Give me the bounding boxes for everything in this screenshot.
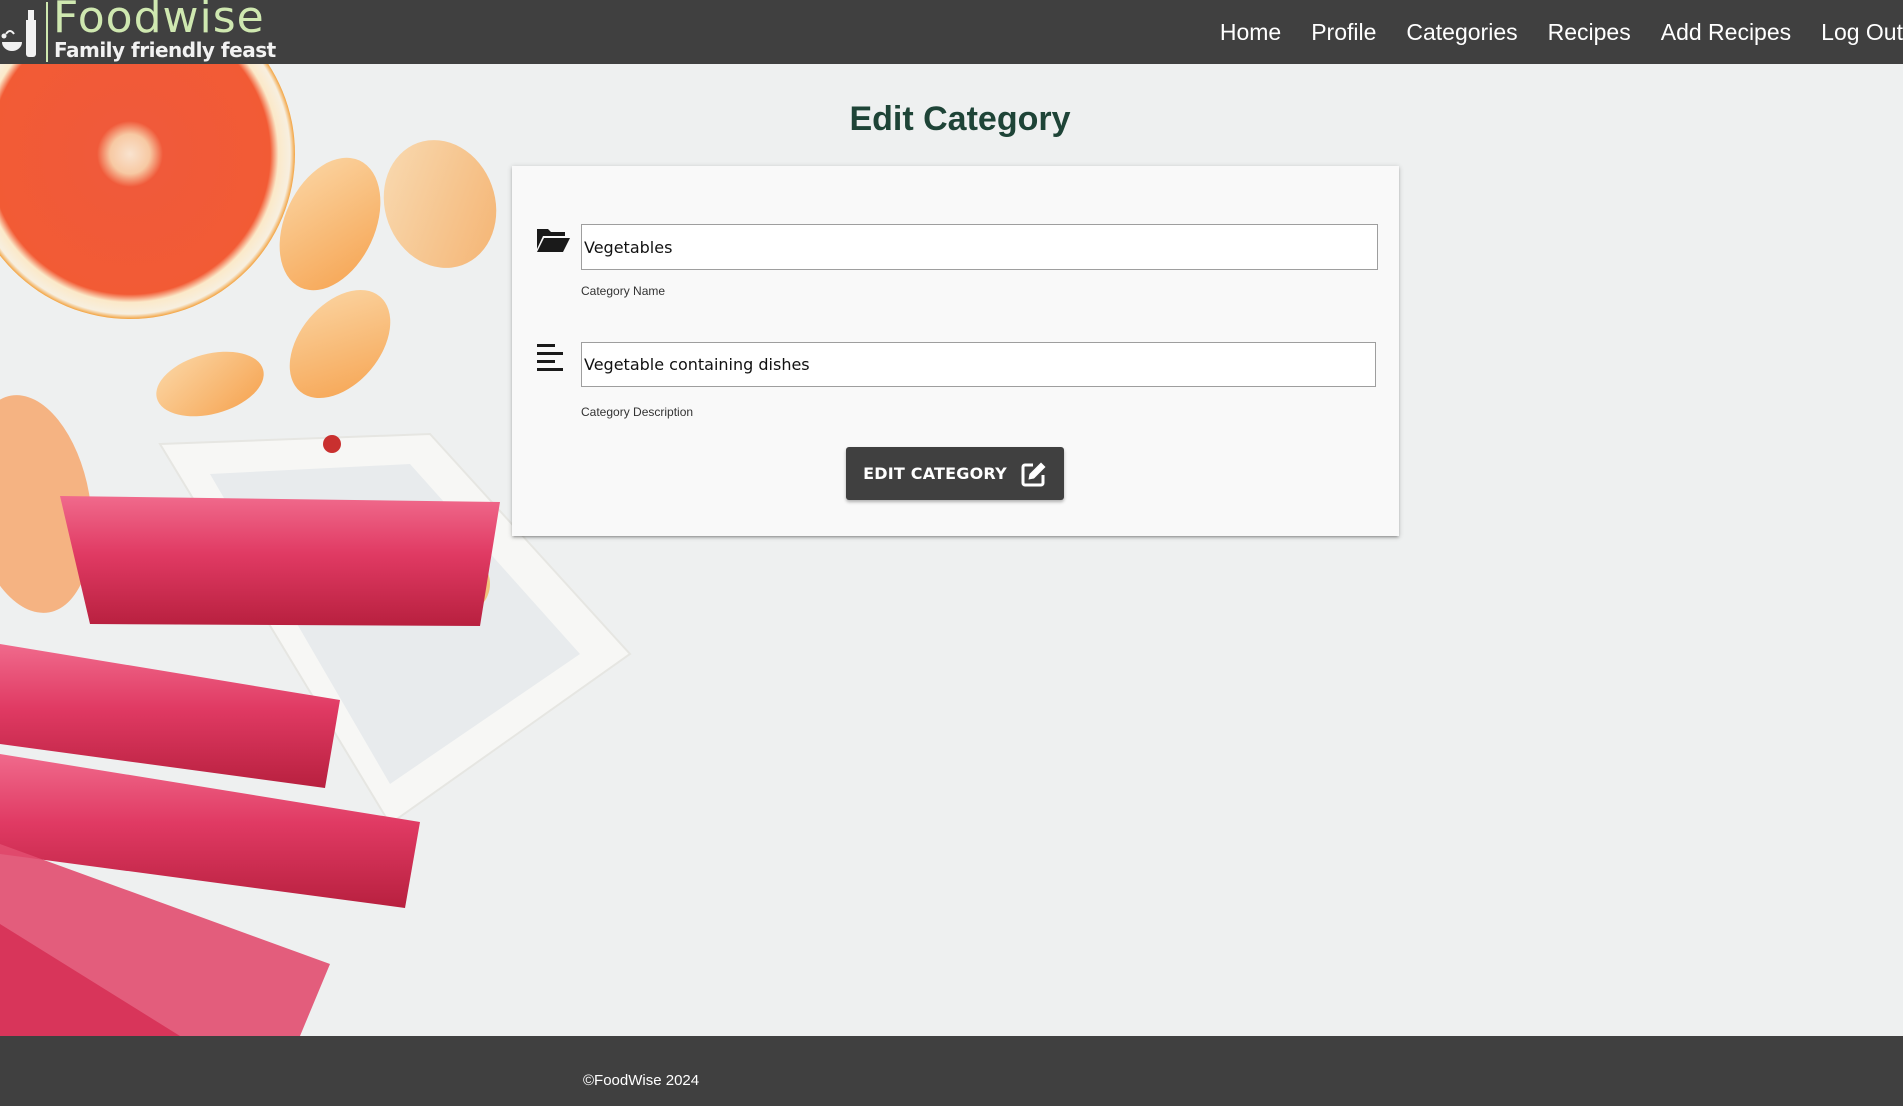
nav-profile[interactable]: Profile <box>1311 19 1376 46</box>
footer: ©FoodWise 2024 <box>0 1036 1903 1106</box>
page-title: Edit Category <box>849 100 1071 138</box>
cooking-icon <box>1 10 36 57</box>
nav-home[interactable]: Home <box>1220 19 1281 46</box>
nav-add-recipes[interactable]: Add Recipes <box>1661 19 1791 46</box>
category-description-label: Category Description <box>581 405 694 419</box>
footer-copyright: ©FoodWise 2024 <box>583 1072 700 1089</box>
main-nav: Home Profile Categories Recipes Add Reci… <box>1220 0 1903 64</box>
nav-log-out[interactable]: Log Out <box>1821 19 1903 46</box>
edit-category-button-label: EDIT CATEGORY <box>863 464 1007 483</box>
category-description-input[interactable] <box>581 342 1376 387</box>
navbar: Foodwise Family friendly feast Home Prof… <box>0 0 1903 64</box>
brand-name: Foodwise <box>53 0 265 43</box>
brand-tagline: Family friendly feast <box>54 38 276 62</box>
edit-category-form: Category Name Category Description EDIT … <box>512 166 1399 536</box>
nav-recipes[interactable]: Recipes <box>1548 19 1631 46</box>
align-left-icon <box>537 344 563 371</box>
folder-open-icon <box>537 229 570 252</box>
category-name-label: Category Name <box>581 284 666 298</box>
edit-category-button[interactable]: EDIT CATEGORY <box>846 447 1064 500</box>
nav-categories[interactable]: Categories <box>1406 19 1517 46</box>
edit-icon <box>1021 462 1046 486</box>
brand-divider <box>46 2 48 62</box>
category-name-input[interactable] <box>581 224 1378 270</box>
